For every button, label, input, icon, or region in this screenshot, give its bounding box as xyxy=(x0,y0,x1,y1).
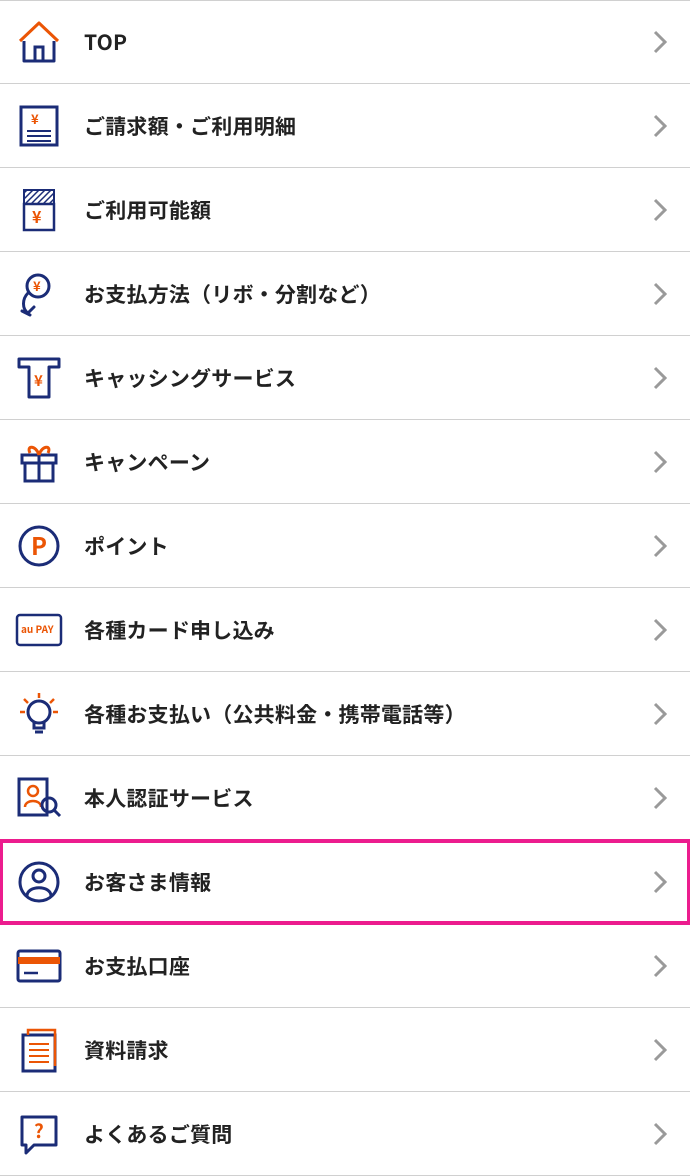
menu-item-label: ポイント xyxy=(84,531,648,561)
identity-icon xyxy=(14,773,64,823)
payment-method-icon: ¥ xyxy=(14,269,64,319)
menu-item-billing[interactable]: ¥ ご請求額・ご利用明細 xyxy=(0,84,690,168)
chevron-right-icon xyxy=(648,450,672,474)
menu-item-auth[interactable]: 本人認証サービス xyxy=(0,756,690,840)
chevron-right-icon xyxy=(648,198,672,222)
profile-icon xyxy=(14,857,64,907)
svg-text:¥: ¥ xyxy=(32,204,42,228)
faq-icon: ? xyxy=(14,1109,64,1159)
menu-item-cashing[interactable]: ¥ キャッシングサービス xyxy=(0,336,690,420)
menu-item-label: お客さま情報 xyxy=(84,867,648,897)
menu-item-label: キャッシングサービス xyxy=(84,363,648,393)
svg-text:¥: ¥ xyxy=(34,370,43,391)
menu-item-doc-request[interactable]: 資料請求 xyxy=(0,1008,690,1092)
aupay-card-icon: au PAY xyxy=(14,605,64,655)
statement-icon: ¥ xyxy=(14,101,64,151)
chevron-right-icon xyxy=(648,1038,672,1062)
menu-list: TOP ¥ ご請求額・ご利用明細 xyxy=(0,0,690,1176)
chevron-right-icon xyxy=(648,870,672,894)
chevron-right-icon xyxy=(648,618,672,642)
menu-item-utility[interactable]: 各種お支払い（公共料金・携帯電話等） xyxy=(0,672,690,756)
menu-item-label: 各種お支払い（公共料金・携帯電話等） xyxy=(84,699,648,729)
menu-item-faq[interactable]: ? よくあるご質問 xyxy=(0,1092,690,1176)
menu-item-payment-method[interactable]: ¥ お支払方法（リボ・分割など） xyxy=(0,252,690,336)
menu-item-label: ご利用可能額 xyxy=(84,195,648,225)
chevron-right-icon xyxy=(648,1122,672,1146)
menu-item-label: お支払方法（リボ・分割など） xyxy=(84,279,648,309)
menu-item-label: 各種カード申し込み xyxy=(84,615,648,645)
menu-item-label: 本人認証サービス xyxy=(84,783,648,813)
chevron-right-icon xyxy=(648,30,672,54)
chevron-right-icon xyxy=(648,954,672,978)
chevron-right-icon xyxy=(648,534,672,558)
chevron-right-icon xyxy=(648,786,672,810)
menu-item-label: キャンペーン xyxy=(84,447,648,477)
svg-text:P: P xyxy=(31,527,47,562)
bank-card-icon xyxy=(14,941,64,991)
menu-item-label: お支払口座 xyxy=(84,951,648,981)
document-icon xyxy=(14,1025,64,1075)
credit-limit-icon: ¥ xyxy=(14,185,64,235)
menu-item-campaign[interactable]: キャンペーン xyxy=(0,420,690,504)
chevron-right-icon xyxy=(648,702,672,726)
home-icon xyxy=(14,17,64,67)
menu-item-top[interactable]: TOP xyxy=(0,0,690,84)
menu-item-label: よくあるご質問 xyxy=(84,1119,648,1149)
gift-icon xyxy=(14,437,64,487)
menu-item-points[interactable]: P ポイント xyxy=(0,504,690,588)
chevron-right-icon xyxy=(648,282,672,306)
menu-item-bank-account[interactable]: お支払口座 xyxy=(0,924,690,1008)
chevron-right-icon xyxy=(648,114,672,138)
menu-item-customer-info[interactable]: お客さま情報 xyxy=(0,840,690,924)
menu-item-label: TOP xyxy=(84,27,648,57)
menu-item-label: ご請求額・ご利用明細 xyxy=(84,111,648,141)
menu-item-card-apply[interactable]: au PAY 各種カード申し込み xyxy=(0,588,690,672)
svg-text:¥: ¥ xyxy=(33,276,41,295)
lightbulb-icon xyxy=(14,689,64,739)
point-icon: P xyxy=(14,521,64,571)
svg-text:¥: ¥ xyxy=(31,109,39,128)
menu-item-credit-limit[interactable]: ¥ ご利用可能額 xyxy=(0,168,690,252)
svg-text:au PAY: au PAY xyxy=(21,621,54,636)
chevron-right-icon xyxy=(648,366,672,390)
menu-item-label: 資料請求 xyxy=(84,1035,648,1065)
svg-text:?: ? xyxy=(34,1117,44,1144)
atm-icon: ¥ xyxy=(14,353,64,403)
